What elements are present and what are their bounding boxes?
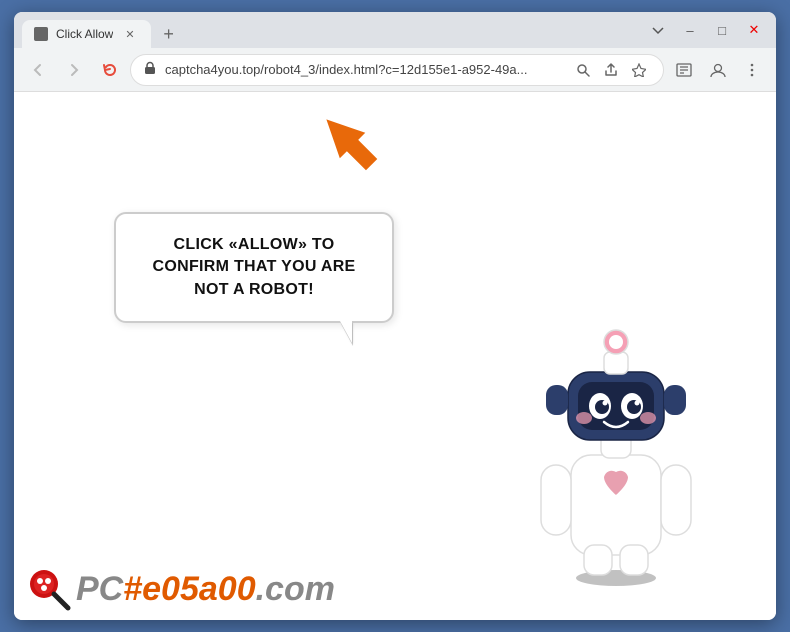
browser-window: Click Allow ✕ + – □ ✕ bbox=[14, 12, 776, 620]
orange-arrow-icon bbox=[309, 102, 389, 182]
robot-svg bbox=[516, 310, 716, 590]
nav-right-buttons bbox=[668, 54, 768, 86]
speech-bubble: CLICK «ALLOW» TO CONFIRM THAT YOU ARE NO… bbox=[114, 212, 394, 323]
page-content: CLICK «ALLOW» TO CONFIRM THAT YOU ARE NO… bbox=[14, 92, 776, 620]
bubble-text: CLICK «ALLOW» TO CONFIRM THAT YOU ARE NO… bbox=[140, 234, 368, 301]
active-tab[interactable]: Click Allow ✕ bbox=[22, 20, 151, 48]
pcrisk-icon bbox=[24, 564, 72, 612]
robot-illustration bbox=[516, 310, 716, 590]
reader-mode-button[interactable] bbox=[668, 54, 700, 86]
title-bar: Click Allow ✕ + – □ ✕ bbox=[14, 12, 776, 48]
search-icon-button[interactable] bbox=[571, 58, 595, 82]
profile-button[interactable] bbox=[702, 54, 734, 86]
maximize-button[interactable]: □ bbox=[708, 16, 736, 44]
more-options-button[interactable] bbox=[736, 54, 768, 86]
security-lock-icon bbox=[143, 61, 157, 78]
pcrisk-logo: PC#e05a00.com bbox=[24, 564, 335, 612]
forward-button[interactable] bbox=[58, 54, 90, 86]
tab-title: Click Allow bbox=[56, 27, 113, 41]
close-window-button[interactable]: ✕ bbox=[740, 16, 768, 44]
share-icon-button[interactable] bbox=[599, 58, 623, 82]
nav-bar: captcha4you.top/robot4_3/index.html?c=12… bbox=[14, 48, 776, 92]
window-controls: – □ ✕ bbox=[644, 16, 768, 44]
back-button[interactable] bbox=[22, 54, 54, 86]
tab-favicon bbox=[34, 27, 48, 41]
url-text: captcha4you.top/robot4_3/index.html?c=12… bbox=[165, 62, 563, 77]
tabs-area: Click Allow ✕ + bbox=[22, 12, 644, 48]
omnibox-icons bbox=[571, 58, 651, 82]
reload-button[interactable] bbox=[94, 54, 126, 86]
minimize-button[interactable]: – bbox=[676, 16, 704, 44]
arrow-container bbox=[309, 102, 389, 187]
bookmark-icon-button[interactable] bbox=[627, 58, 651, 82]
tab-close-button[interactable]: ✕ bbox=[121, 26, 138, 43]
new-tab-button[interactable]: + bbox=[155, 20, 183, 48]
pcrisk-text-label: PC#e05a00.com bbox=[76, 567, 335, 609]
window-search-tabs-button[interactable] bbox=[644, 16, 672, 44]
address-bar[interactable]: captcha4you.top/robot4_3/index.html?c=12… bbox=[130, 54, 664, 86]
